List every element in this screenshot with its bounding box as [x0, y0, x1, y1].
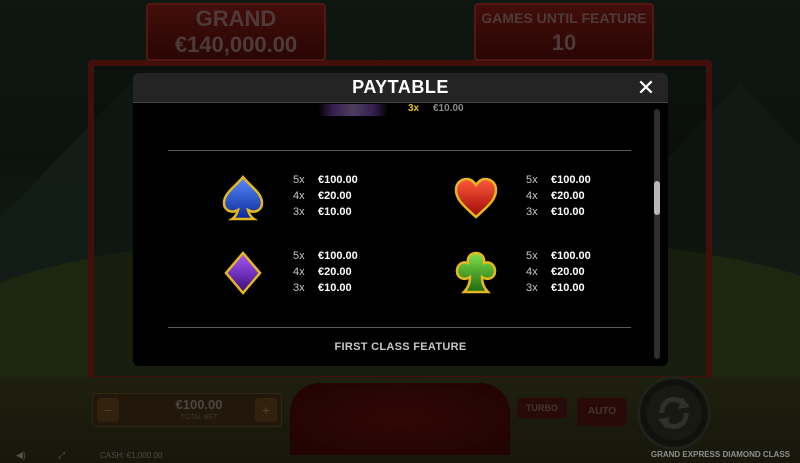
train-symbol-icon [318, 104, 388, 116]
pay-multiplier: 5x [526, 174, 538, 186]
diamond-paytable: 5x €100.00 4x €20.00 3x €10.00 [293, 248, 358, 296]
divider [168, 327, 631, 328]
pay-value: €10.00 [551, 206, 585, 218]
pay-multiplier: 5x [293, 174, 305, 186]
modal-header: PAYTABLE ✕ [133, 73, 668, 103]
pay-value: €100.00 [551, 174, 591, 186]
spade-icon [218, 173, 268, 223]
heart-icon [451, 173, 501, 223]
club-paytable: 5x €100.00 4x €20.00 3x €10.00 [526, 248, 591, 296]
spade-paytable: 5x €100.00 4x €20.00 3x €10.00 [293, 172, 358, 220]
pay-value: €20.00 [551, 190, 585, 202]
section-title: FIRST CLASS FEATURE [334, 341, 467, 353]
heart-paytable: 5x €100.00 4x €20.00 3x €10.00 [526, 172, 591, 220]
pay-value: €100.00 [318, 250, 358, 262]
pay-multiplier: 3x [293, 282, 305, 294]
pay-value: €10.00 [433, 103, 464, 114]
pay-multiplier: 4x [293, 190, 305, 202]
divider [168, 150, 631, 151]
pay-multiplier: 4x [293, 266, 305, 278]
pay-value: €20.00 [318, 266, 352, 278]
pay-multiplier: 3x [408, 103, 420, 114]
pay-multiplier: 4x [526, 266, 538, 278]
club-icon [451, 248, 501, 298]
diamond-icon [218, 248, 268, 298]
pay-multiplier: 3x [526, 206, 538, 218]
pay-multiplier: 5x [293, 250, 305, 262]
pay-multiplier: 3x [293, 206, 305, 218]
pay-value: €10.00 [551, 282, 585, 294]
pay-value: €20.00 [551, 266, 585, 278]
scrollbar[interactable] [654, 109, 660, 359]
close-icon[interactable]: ✕ [634, 76, 658, 100]
pay-multiplier: 5x [526, 250, 538, 262]
modal-title: PAYTABLE [352, 77, 449, 97]
pay-value: €100.00 [551, 250, 591, 262]
partial-pay-row: 3x €10.00 [313, 103, 473, 117]
pay-value: €20.00 [318, 190, 352, 202]
pay-multiplier: 3x [526, 282, 538, 294]
pay-value: €100.00 [318, 174, 358, 186]
paytable-modal: PAYTABLE ✕ 3x €10.00 5x €100.00 4x €20.00 … [133, 73, 668, 366]
scrollbar-thumb[interactable] [654, 181, 660, 215]
pay-multiplier: 4x [526, 190, 538, 202]
pay-value: €10.00 [318, 282, 352, 294]
pay-value: €10.00 [318, 206, 352, 218]
